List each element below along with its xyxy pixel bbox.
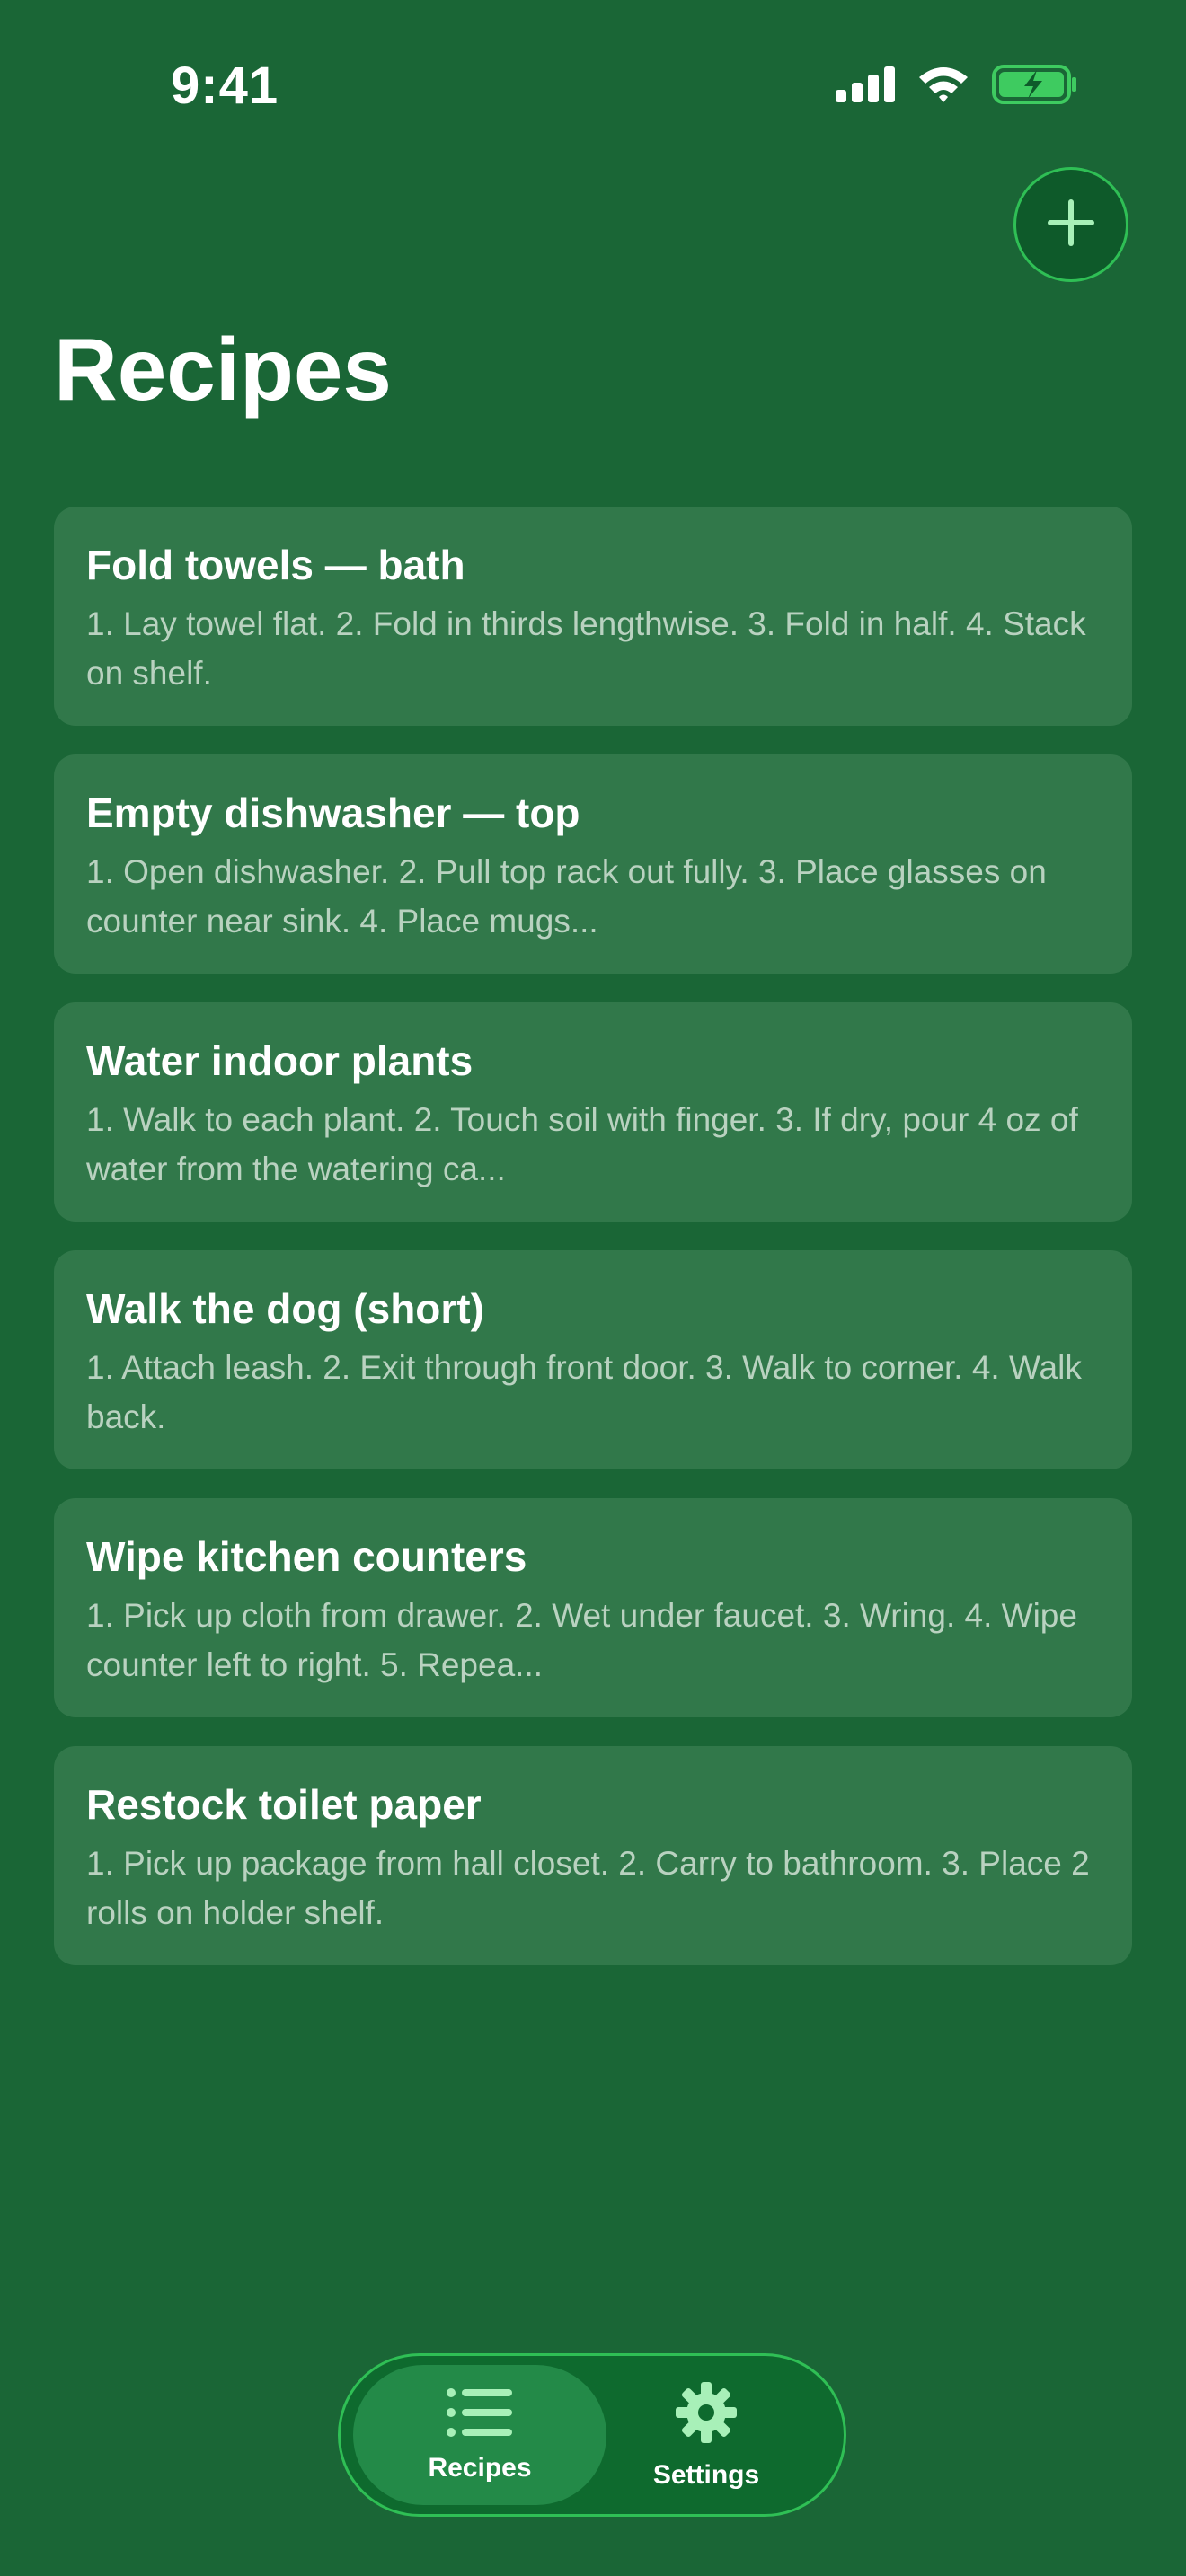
cellular-signal-icon [836,66,895,107]
recipe-title: Wipe kitchen counters [86,1533,527,1580]
recipe-card[interactable]: Fold towels — bath 1. Lay towel flat. 2.… [54,507,1132,726]
battery-charging-icon [992,65,1078,109]
tab-settings[interactable]: Settings [580,2365,833,2505]
add-recipe-button[interactable] [1013,167,1128,282]
status-icons [836,65,1078,109]
status-time: 9:41 [171,57,279,115]
recipe-card[interactable]: Wipe kitchen counters 1. Pick up cloth f… [54,1498,1132,1717]
tab-recipes[interactable]: Recipes [353,2365,606,2505]
list-icon [446,2387,514,2442]
recipe-description: 1. Walk to each plant. 2. Touch soil wit… [86,1101,1078,1188]
recipe-title: Empty dishwasher — top [86,790,580,836]
recipe-card[interactable]: Walk the dog (short) 1. Attach leash. 2.… [54,1250,1132,1469]
recipe-list: Fold towels — bath 1. Lay towel flat. 2.… [54,507,1132,1965]
page-title: Recipes [54,320,392,419]
recipe-title: Fold towels — bath [86,542,465,588]
gear-icon [674,2380,739,2449]
recipe-description: 1. Pick up cloth from drawer. 2. Wet und… [86,1597,1077,1684]
recipe-description: 1. Open dishwasher. 2. Pull top rack out… [86,853,1047,940]
recipe-title: Walk the dog (short) [86,1285,484,1332]
plus-icon [1046,198,1096,252]
recipe-card[interactable]: Empty dishwasher — top 1. Open dishwashe… [54,754,1132,974]
recipe-title: Restock toilet paper [86,1781,482,1828]
recipe-description: 1. Lay towel flat. 2. Fold in thirds len… [86,605,1086,693]
tab-label: Settings [652,2459,760,2490]
tab-bar: Recipes Settings [338,2353,846,2517]
wifi-icon [916,65,970,109]
recipe-description: 1. Attach leash. 2. Exit through front d… [86,1349,1082,1436]
status-bar: 9:41 [0,0,1186,171]
recipe-description: 1. Pick up package from hall closet. 2. … [86,1845,1090,1932]
recipe-title: Water indoor plants [86,1037,474,1084]
recipe-card[interactable]: Water indoor plants 1. Walk to each plan… [54,1002,1132,1222]
recipe-card[interactable]: Restock toilet paper 1. Pick up package … [54,1746,1132,1965]
tab-label: Recipes [428,2452,532,2483]
